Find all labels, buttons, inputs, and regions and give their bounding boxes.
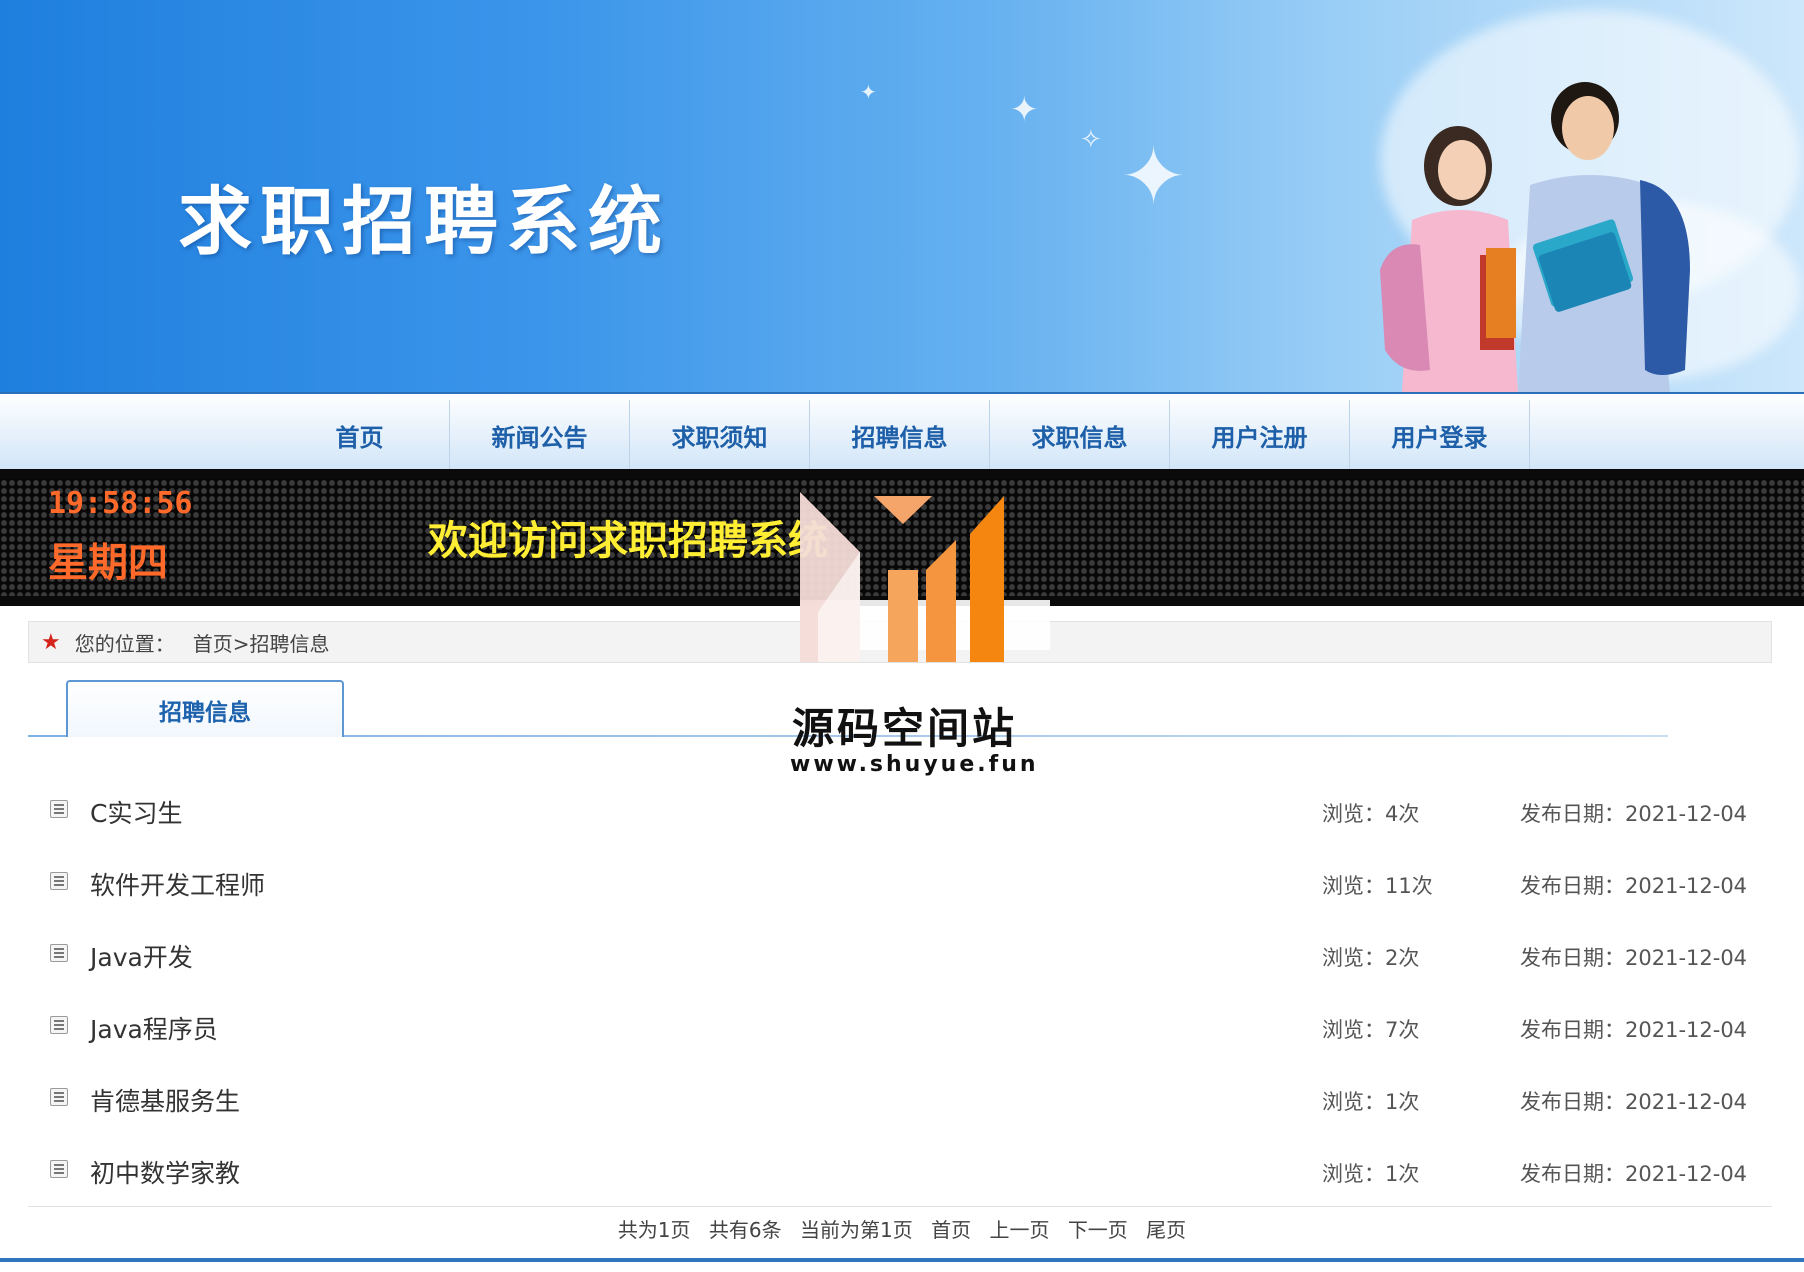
breadcrumb-path[interactable]: 首页>招聘信息 [193,628,330,657]
pager-first-link[interactable]: 首页 [931,1218,971,1242]
job-views: 浏览：2次 [1322,946,1420,970]
site-title: 求职招聘系统 [178,179,670,265]
sparkle-icon: ✧ [1080,125,1102,155]
job-title-link[interactable]: C实习生 [90,794,182,830]
job-title-link[interactable]: Java开发 [90,938,193,974]
list-item: C实习生 浏览：4次 发布日期：2021-12-04 [28,774,1772,846]
header-banner: ✦ ✦ ✧ ✦ 求职招聘系统 [0,0,1804,392]
job-views: 浏览：4次 [1322,802,1420,826]
document-icon [50,1016,68,1034]
pagination: 共为1页 共有6条 当前为第1页 首页 上一页 下一页 尾页 [0,1214,1804,1243]
nav-item-home[interactable]: 首页 [270,400,450,471]
welcome-marquee: 欢迎访问求职招聘系统 [428,518,828,564]
job-views: 浏览：7次 [1322,1018,1420,1042]
document-icon [50,872,68,890]
footer-divider [0,1258,1804,1262]
nav-item-register[interactable]: 用户注册 [1170,400,1350,471]
job-date: 发布日期：2021-12-04 [1520,802,1748,826]
document-icon [50,944,68,962]
pager-last-link[interactable]: 尾页 [1146,1218,1186,1242]
sparkle-icon: ✦ [860,80,877,104]
watermark-logo [800,492,1050,662]
clock-time: 19:58:56 [48,486,193,521]
tab-recruitment-info[interactable]: 招聘信息 [66,680,344,737]
nav-item-job-seeking[interactable]: 求职信息 [990,400,1170,471]
document-icon [50,1160,68,1178]
job-title-link[interactable]: 初中数学家教 [90,1154,240,1190]
job-date: 发布日期：2021-12-04 [1520,1162,1748,1186]
list-item: Java程序员 浏览：7次 发布日期：2021-12-04 [28,990,1772,1062]
nav-item-login[interactable]: 用户登录 [1350,400,1530,471]
main-nav: 首页 新闻公告 求职须知 招聘信息 求职信息 用户注册 用户登录 [0,392,1804,471]
list-item: 初中数学家教 浏览：1次 发布日期：2021-12-04 [28,1134,1772,1206]
clock-weekday: 星期四 [48,540,168,586]
pager-prev-link[interactable]: 上一页 [989,1218,1049,1242]
nav-item-recruitment[interactable]: 招聘信息 [810,400,990,471]
pager-divider [28,1206,1772,1207]
job-title-link[interactable]: 软件开发工程师 [90,866,265,902]
sparkle-icon: ✦ [1010,90,1039,130]
watermark-url: www.shuyue.fun [790,752,1039,777]
document-icon [50,800,68,818]
job-date: 发布日期：2021-12-04 [1520,1018,1748,1042]
job-title-link[interactable]: Java程序员 [90,1010,218,1046]
students-illustration [1380,82,1690,392]
breadcrumb-label: 您的位置： [74,631,175,656]
job-list: C实习生 浏览：4次 发布日期：2021-12-04 软件开发工程师 浏览：11… [28,774,1772,1206]
nav-item-news[interactable]: 新闻公告 [450,400,630,471]
nav-item-job-guide[interactable]: 求职须知 [630,400,810,471]
list-item: Java开发 浏览：2次 发布日期：2021-12-04 [28,918,1772,990]
list-item: 肯德基服务生 浏览：1次 发布日期：2021-12-04 [28,1062,1772,1134]
pager-current-page: 当前为第1页 [800,1218,913,1242]
star-icon: ★ [41,629,61,655]
job-date: 发布日期：2021-12-04 [1520,874,1748,898]
pager-total-items: 共有6条 [708,1218,782,1242]
pager-next-link[interactable]: 下一页 [1068,1218,1128,1242]
job-date: 发布日期：2021-12-04 [1520,1090,1748,1114]
list-item: 软件开发工程师 浏览：11次 发布日期：2021-12-04 [28,846,1772,918]
job-date: 发布日期：2021-12-04 [1520,946,1748,970]
job-views: 浏览：1次 [1322,1162,1420,1186]
job-views: 浏览：11次 [1322,874,1433,898]
document-icon [50,1088,68,1106]
pager-total-pages: 共为1页 [617,1218,691,1242]
sparkle-icon: ✦ [1120,130,1188,223]
watermark-title: 源码空间站 [792,704,1018,753]
job-views: 浏览：1次 [1322,1090,1420,1114]
job-title-link[interactable]: 肯德基服务生 [90,1082,240,1118]
